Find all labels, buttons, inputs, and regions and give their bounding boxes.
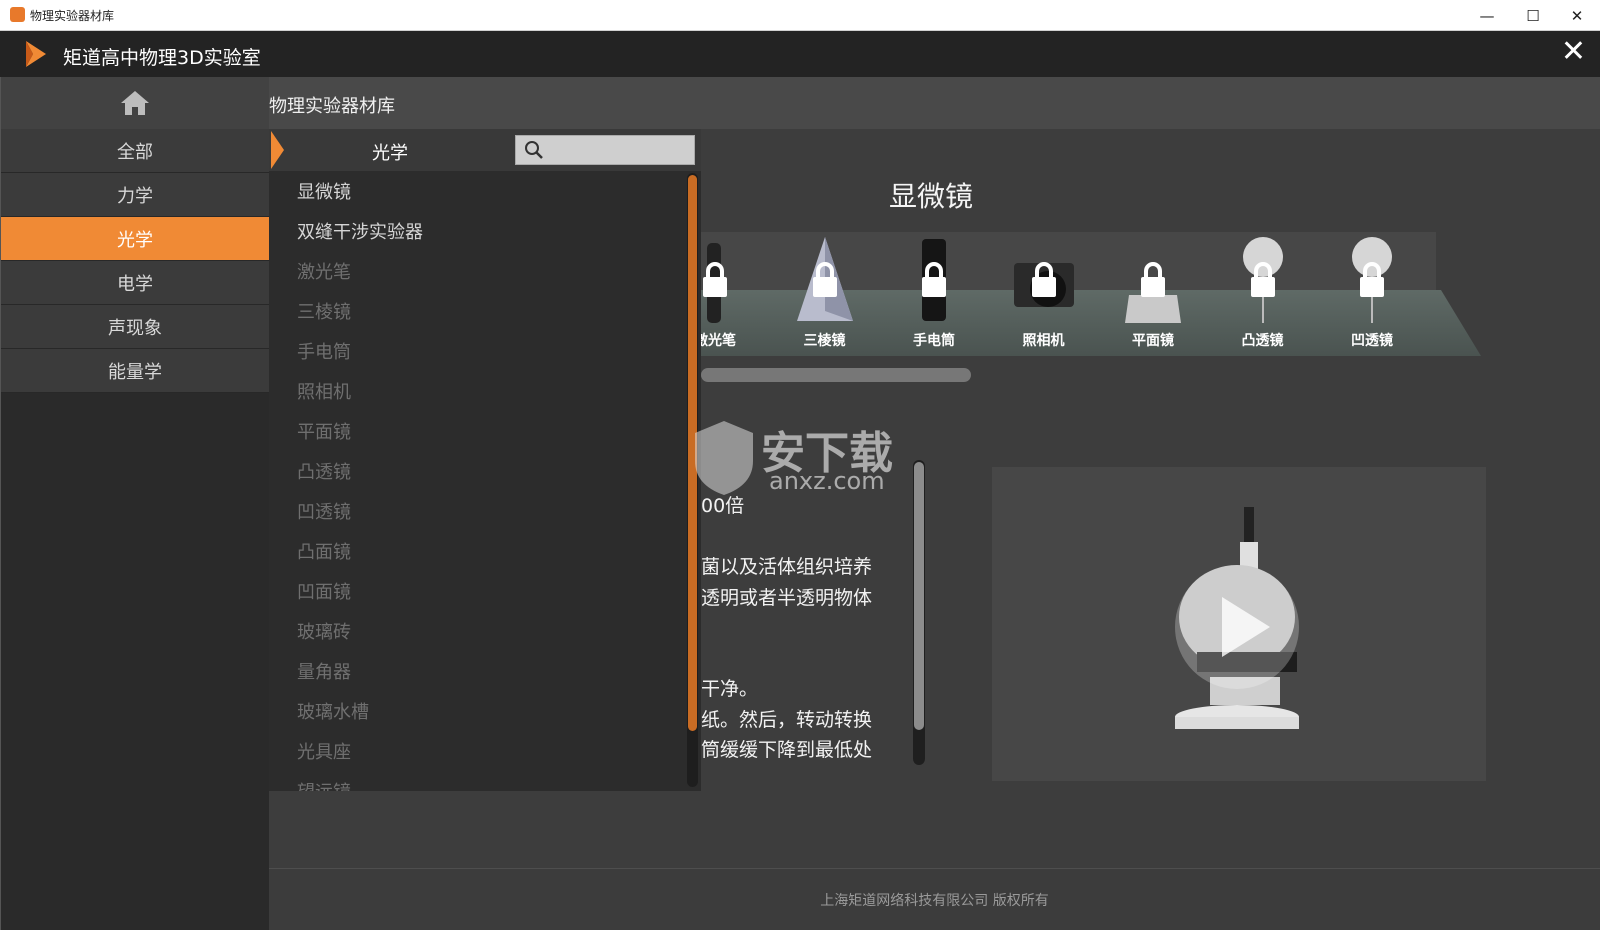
- window-close-button[interactable]: ✕: [1554, 0, 1600, 31]
- shelf-item[interactable]: 手电筒: [882, 233, 986, 353]
- category-arrow-icon: [271, 131, 284, 169]
- equipment-list-item[interactable]: 凸透镜: [269, 451, 684, 491]
- equipment-list-item[interactable]: 手电筒: [269, 331, 684, 371]
- copyright-text: 上海矩道网络科技有限公司 版权所有: [820, 893, 1049, 909]
- shelf-item[interactable]: 凸透镜: [1211, 233, 1315, 353]
- equipment-list-item[interactable]: 三棱镜: [269, 291, 684, 331]
- watermark: 安下载 anxz.com: [691, 417, 911, 497]
- home-button[interactable]: [1, 77, 269, 129]
- shelf-item-label: 激光笔: [701, 333, 736, 349]
- description-line: 纸。然后，转动转换: [701, 708, 873, 731]
- lock-icon: [1031, 262, 1056, 297]
- app-title: 矩道高中物理3D实验室: [63, 47, 261, 69]
- search-input[interactable]: [550, 136, 690, 164]
- lock-icon: [703, 262, 727, 297]
- panel-category-label: 光学: [372, 143, 408, 164]
- equipment-list-item[interactable]: 玻璃水槽: [269, 691, 684, 731]
- search-box[interactable]: [515, 135, 695, 165]
- equipment-list-item[interactable]: 凹面镜: [269, 571, 684, 611]
- description-text: 00倍 菌以及活体组织培养 透明或者半透明物体 干净。 纸。然后，转动转换 筒缓缓下降到最…: [701, 457, 911, 787]
- app-close-button[interactable]: ✕: [1561, 37, 1586, 67]
- shelf-item[interactable]: 激光笔: [701, 233, 767, 353]
- equipment-list-item[interactable]: 望远镜: [269, 771, 684, 791]
- equipment-list-item[interactable]: 照相机: [269, 371, 684, 411]
- description-line: 干净。: [701, 678, 759, 700]
- equipment-list-item[interactable]: 光具座: [269, 731, 684, 771]
- lock-icon: [922, 262, 946, 297]
- description-scrollbar-thumb[interactable]: [914, 462, 924, 730]
- shelf-item-label: 照相机: [1022, 333, 1065, 349]
- equipment-list-item[interactable]: 激光笔: [269, 251, 684, 291]
- description-line: 透明或者半透明物体: [701, 586, 873, 609]
- panel-header: 光学: [269, 129, 701, 171]
- app-header: 矩道高中物理3D实验室 ✕: [0, 31, 1600, 77]
- shield-icon: [695, 421, 753, 495]
- equipment-list-item[interactable]: 平面镜: [269, 411, 684, 451]
- equipment-list-item[interactable]: 量角器: [269, 651, 684, 691]
- category-item[interactable]: 电学: [1, 261, 269, 305]
- equipment-list-item[interactable]: 双缝干涉实验器: [269, 211, 684, 251]
- shelf-item-label: 平面镜: [1132, 333, 1174, 349]
- app-logo-icon: [26, 41, 46, 67]
- category-item[interactable]: 力学: [1, 173, 269, 217]
- model-preview[interactable]: [992, 467, 1486, 781]
- window-title: 物理实验器材库: [30, 9, 115, 23]
- shelf-scrollbar[interactable]: [701, 368, 971, 382]
- footer: 上海矩道网络科技有限公司 版权所有: [269, 868, 1600, 930]
- shelf-item[interactable]: 平面镜: [1101, 233, 1205, 353]
- category-item[interactable]: 光学: [1, 217, 269, 261]
- shelf-item[interactable]: 凹透镜: [1320, 233, 1424, 353]
- lock-icon: [1360, 262, 1384, 297]
- shelf-item-label: 凹透镜: [1351, 333, 1393, 349]
- watermark-sub: anxz.com: [769, 467, 885, 495]
- lock-icon: [812, 262, 837, 297]
- description-line: 菌以及活体组织培养: [701, 556, 873, 578]
- equipment-list-item[interactable]: 显微镜: [269, 171, 684, 211]
- equipment-panel: 光学 显微镜 双缝干涉实验器 激光笔 三棱镜 手电筒 照相机 平面镜 凸透镜 凹透镜 凸面镜 凹面镜…: [269, 129, 701, 791]
- window-titlebar: 物理实验器材库 — ☐ ✕: [0, 0, 1600, 31]
- shelf-item[interactable]: 三棱镜: [773, 233, 877, 353]
- description-scrollbar[interactable]: [913, 460, 925, 765]
- equipment-list-item[interactable]: 玻璃砖: [269, 611, 684, 651]
- description-line: 筒缓缓下降到最低处: [701, 739, 873, 761]
- lock-icon: [1250, 262, 1275, 297]
- minimize-button[interactable]: —: [1464, 0, 1510, 31]
- maximize-button[interactable]: ☐: [1510, 0, 1556, 31]
- breadcrumb: 物理实验器材库: [269, 96, 395, 117]
- lock-icon: [1141, 262, 1165, 297]
- shelf-item-label: 凸透镜: [1241, 333, 1284, 349]
- shelf-item[interactable]: 照相机: [992, 233, 1096, 353]
- search-icon: [525, 141, 543, 159]
- equipment-list-item[interactable]: 凸面镜: [269, 531, 684, 571]
- shelf-item-label: 三棱镜: [803, 333, 846, 349]
- breadcrumb-bar: 物理实验器材库: [269, 77, 1600, 129]
- category-item[interactable]: 全部: [1, 129, 269, 173]
- category-item[interactable]: 声现象: [1, 305, 269, 349]
- main-content: 物理实验器材库 光学 显微镜 双缝干涉实验器 激光笔 三棱镜 手电筒 照相机 平面镜 凸透镜凹…: [269, 77, 1600, 930]
- shelf-item-label: 手电筒: [913, 333, 955, 349]
- equipment-list: 显微镜 双缝干涉实验器 激光笔 三棱镜 手电筒 照相机 平面镜 凸透镜 凹透镜 凸面镜 凹面镜 玻璃砖…: [269, 171, 684, 791]
- category-sidebar: 全部 力学 光学 电学 声现象 能量学: [0, 77, 269, 930]
- app-icon: [10, 7, 25, 22]
- category-item[interactable]: 能量学: [1, 349, 269, 393]
- home-icon: [121, 91, 149, 115]
- equipment-list-item[interactable]: 凹透镜: [269, 491, 684, 531]
- play-icon[interactable]: [1172, 562, 1302, 692]
- detail-title: 显微镜: [889, 180, 974, 213]
